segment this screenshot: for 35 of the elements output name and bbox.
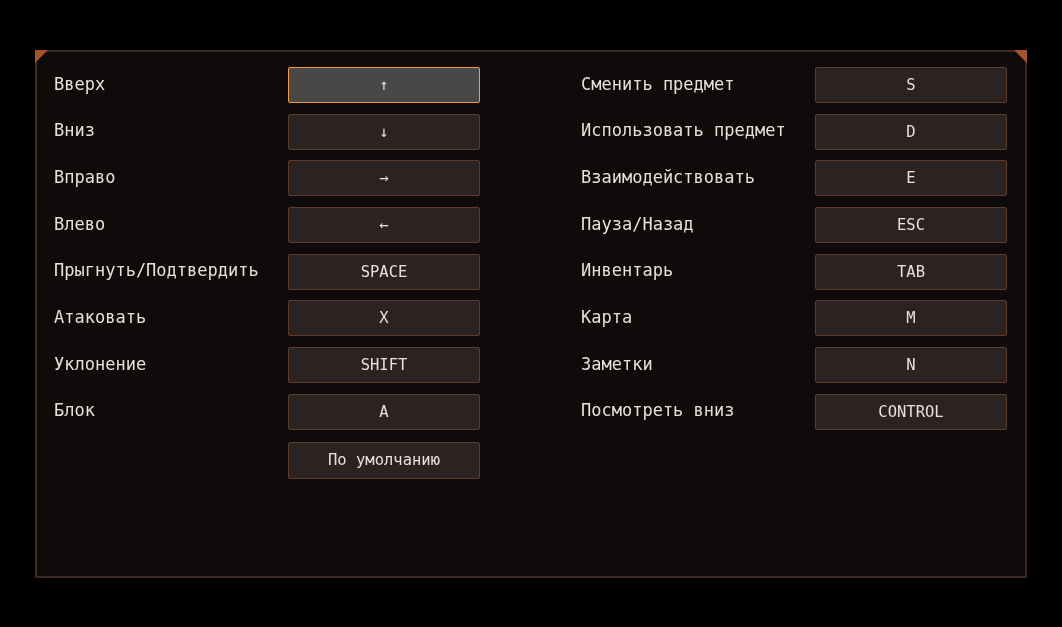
action-label: Взаимодействовать [581,166,756,187]
key-binding-button[interactable]: A [288,393,480,430]
action-label: Пауза/Назад [581,213,695,234]
action-label: Уклонение [54,353,148,374]
key-binding-button[interactable]: SHIFT [288,347,480,384]
action-label: Влево [54,213,107,234]
corner-triangle-icon [1014,50,1027,63]
key-binding-button[interactable]: D [815,113,1007,150]
key-binding-button[interactable]: ↑ [288,67,480,103]
key-binding-button[interactable]: M [815,300,1007,337]
corner-triangle-icon [35,50,48,63]
action-label: Атаковать [54,306,148,327]
action-label: Вправо [54,166,117,187]
key-binding-button[interactable]: CONTROL [815,393,1007,430]
default-button[interactable]: По умолчанию [288,441,480,479]
key-binding-button[interactable]: ESC [815,207,1007,244]
action-label: Заметки [581,353,654,374]
key-binding-button[interactable]: ↓ [288,113,480,150]
action-label: Сменить предмет [581,73,736,94]
key-binding-button[interactable]: E [815,160,1007,197]
key-binding-button[interactable]: SPACE [288,253,480,290]
key-binding-button[interactable]: TAB [815,253,1007,290]
key-binding-button[interactable]: ← [288,207,480,244]
action-label: Посмотреть вниз [581,400,736,421]
action-label: Блок [54,400,96,421]
action-label: Вверх [54,73,107,94]
key-binding-button[interactable]: S [815,67,1007,103]
action-label: Прыгнуть/Подтвердить [54,260,260,281]
action-label: Карта [581,306,634,327]
key-binding-button[interactable]: X [288,300,480,337]
key-binding-button[interactable]: N [815,347,1007,384]
action-label: Вниз [54,120,96,141]
action-label: Использовать предмет [581,120,787,141]
key-binding-button[interactable]: → [288,160,480,197]
action-label: Инвентарь [581,260,675,281]
